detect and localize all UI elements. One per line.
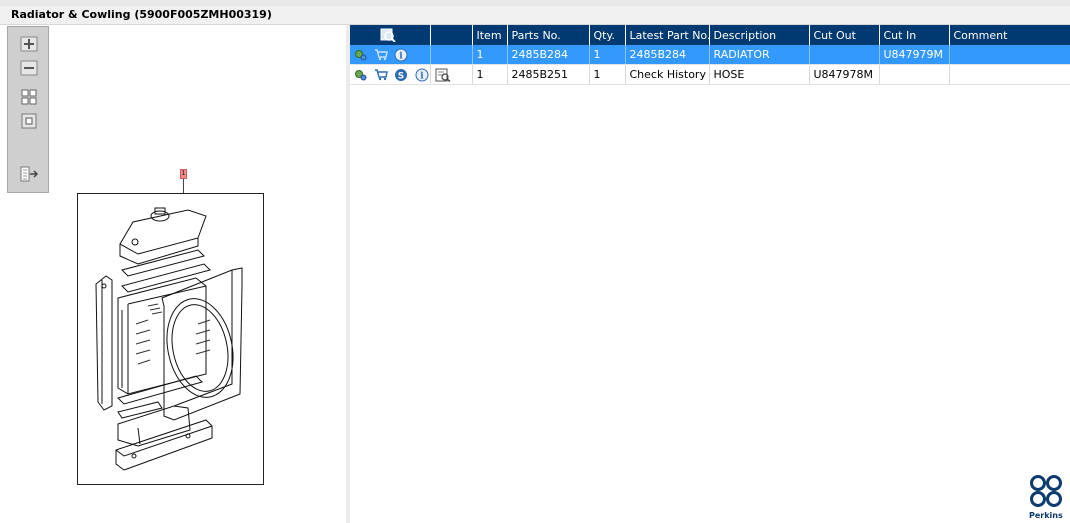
column-actions xyxy=(350,25,431,45)
column-header-latest-part-no[interactable]: Latest Part No. xyxy=(625,25,710,45)
fit-window-button[interactable] xyxy=(19,112,39,130)
cell-parts-no: 2485B284 xyxy=(507,45,590,65)
pane-splitter[interactable] xyxy=(346,25,350,523)
cell-comment xyxy=(949,45,1070,65)
cart-icon[interactable] xyxy=(374,48,388,61)
column-header-comment[interactable]: Comment xyxy=(949,25,1070,45)
column-header-parts-no[interactable]: Parts No. xyxy=(507,25,590,45)
export-list-icon xyxy=(20,166,39,182)
cell-item: 1 xyxy=(472,64,508,85)
fit-all-icon xyxy=(21,89,37,105)
exploded-parts-diagram[interactable] xyxy=(77,193,264,485)
table-header-row: Item Parts No. Qty. Latest Part No. Desc… xyxy=(350,25,1070,45)
cell-latest-part-no[interactable]: Check History xyxy=(625,64,710,85)
column-header-qty[interactable]: Qty. xyxy=(589,25,626,45)
table-row[interactable]: i 1 2485B284 1 2485B284 RADIATOR U847979… xyxy=(350,45,1070,65)
cart-icon[interactable] xyxy=(374,68,388,81)
cell-qty: 1 xyxy=(589,45,626,65)
fit-all-button[interactable] xyxy=(19,88,39,106)
row-extra xyxy=(430,64,473,85)
table-row[interactable]: S i 1 2485B251 1 Check History HOSE U847… xyxy=(350,64,1070,85)
svg-text:S: S xyxy=(398,71,404,81)
cell-description: HOSE xyxy=(709,64,810,85)
cell-qty: 1 xyxy=(589,64,626,85)
column-header-description[interactable]: Description xyxy=(709,25,810,45)
diagram-toolbar xyxy=(7,26,49,193)
radiator-drawing xyxy=(95,207,243,471)
cell-description: RADIATOR xyxy=(709,45,810,65)
export-list-button[interactable] xyxy=(19,165,39,183)
column-header-item[interactable]: Item xyxy=(472,25,508,45)
history-icon[interactable] xyxy=(435,68,451,82)
column-header-blank xyxy=(430,25,473,45)
gear-icon[interactable] xyxy=(354,68,367,81)
supersession-icon[interactable]: S xyxy=(394,68,408,82)
callout-leader-line xyxy=(183,179,184,193)
cell-cut-out: U847978M xyxy=(809,64,880,85)
cell-cut-in xyxy=(879,64,950,85)
cell-parts-no: 2485B251 xyxy=(507,64,590,85)
cell-item: 1 xyxy=(472,45,508,65)
cell-cut-in: U847979M xyxy=(879,45,950,65)
title-bar: Radiator & Cowling (5900F005ZMH00319) xyxy=(0,6,1070,25)
zoom-out-icon xyxy=(20,60,38,76)
svg-text:i: i xyxy=(420,71,424,81)
column-header-cut-in[interactable]: Cut In xyxy=(879,25,950,45)
column-header-cut-out[interactable]: Cut Out xyxy=(809,25,880,45)
row-actions: S i xyxy=(350,64,431,85)
zoom-in-icon xyxy=(20,36,38,52)
row-actions: i xyxy=(350,45,431,65)
cell-latest-part-no: 2485B284 xyxy=(625,45,710,65)
zoom-out-button[interactable] xyxy=(19,59,39,77)
parts-table: Item Parts No. Qty. Latest Part No. Desc… xyxy=(350,25,1070,85)
cell-cut-out xyxy=(809,45,880,65)
zoom-in-button[interactable] xyxy=(19,35,39,53)
fit-window-icon xyxy=(21,113,37,129)
row-extra xyxy=(430,45,473,65)
column-chooser-icon[interactable] xyxy=(380,28,396,42)
info-icon[interactable]: i xyxy=(394,48,408,62)
window-title: Radiator & Cowling (5900F005ZMH00319) xyxy=(11,8,272,21)
gear-icon[interactable] xyxy=(354,48,367,61)
info-icon[interactable]: i xyxy=(415,68,429,82)
cell-comment xyxy=(949,64,1070,85)
part-callout-marker[interactable]: 1 xyxy=(180,169,187,179)
svg-text:i: i xyxy=(399,51,403,61)
brand-name: Perkins xyxy=(1029,511,1063,520)
